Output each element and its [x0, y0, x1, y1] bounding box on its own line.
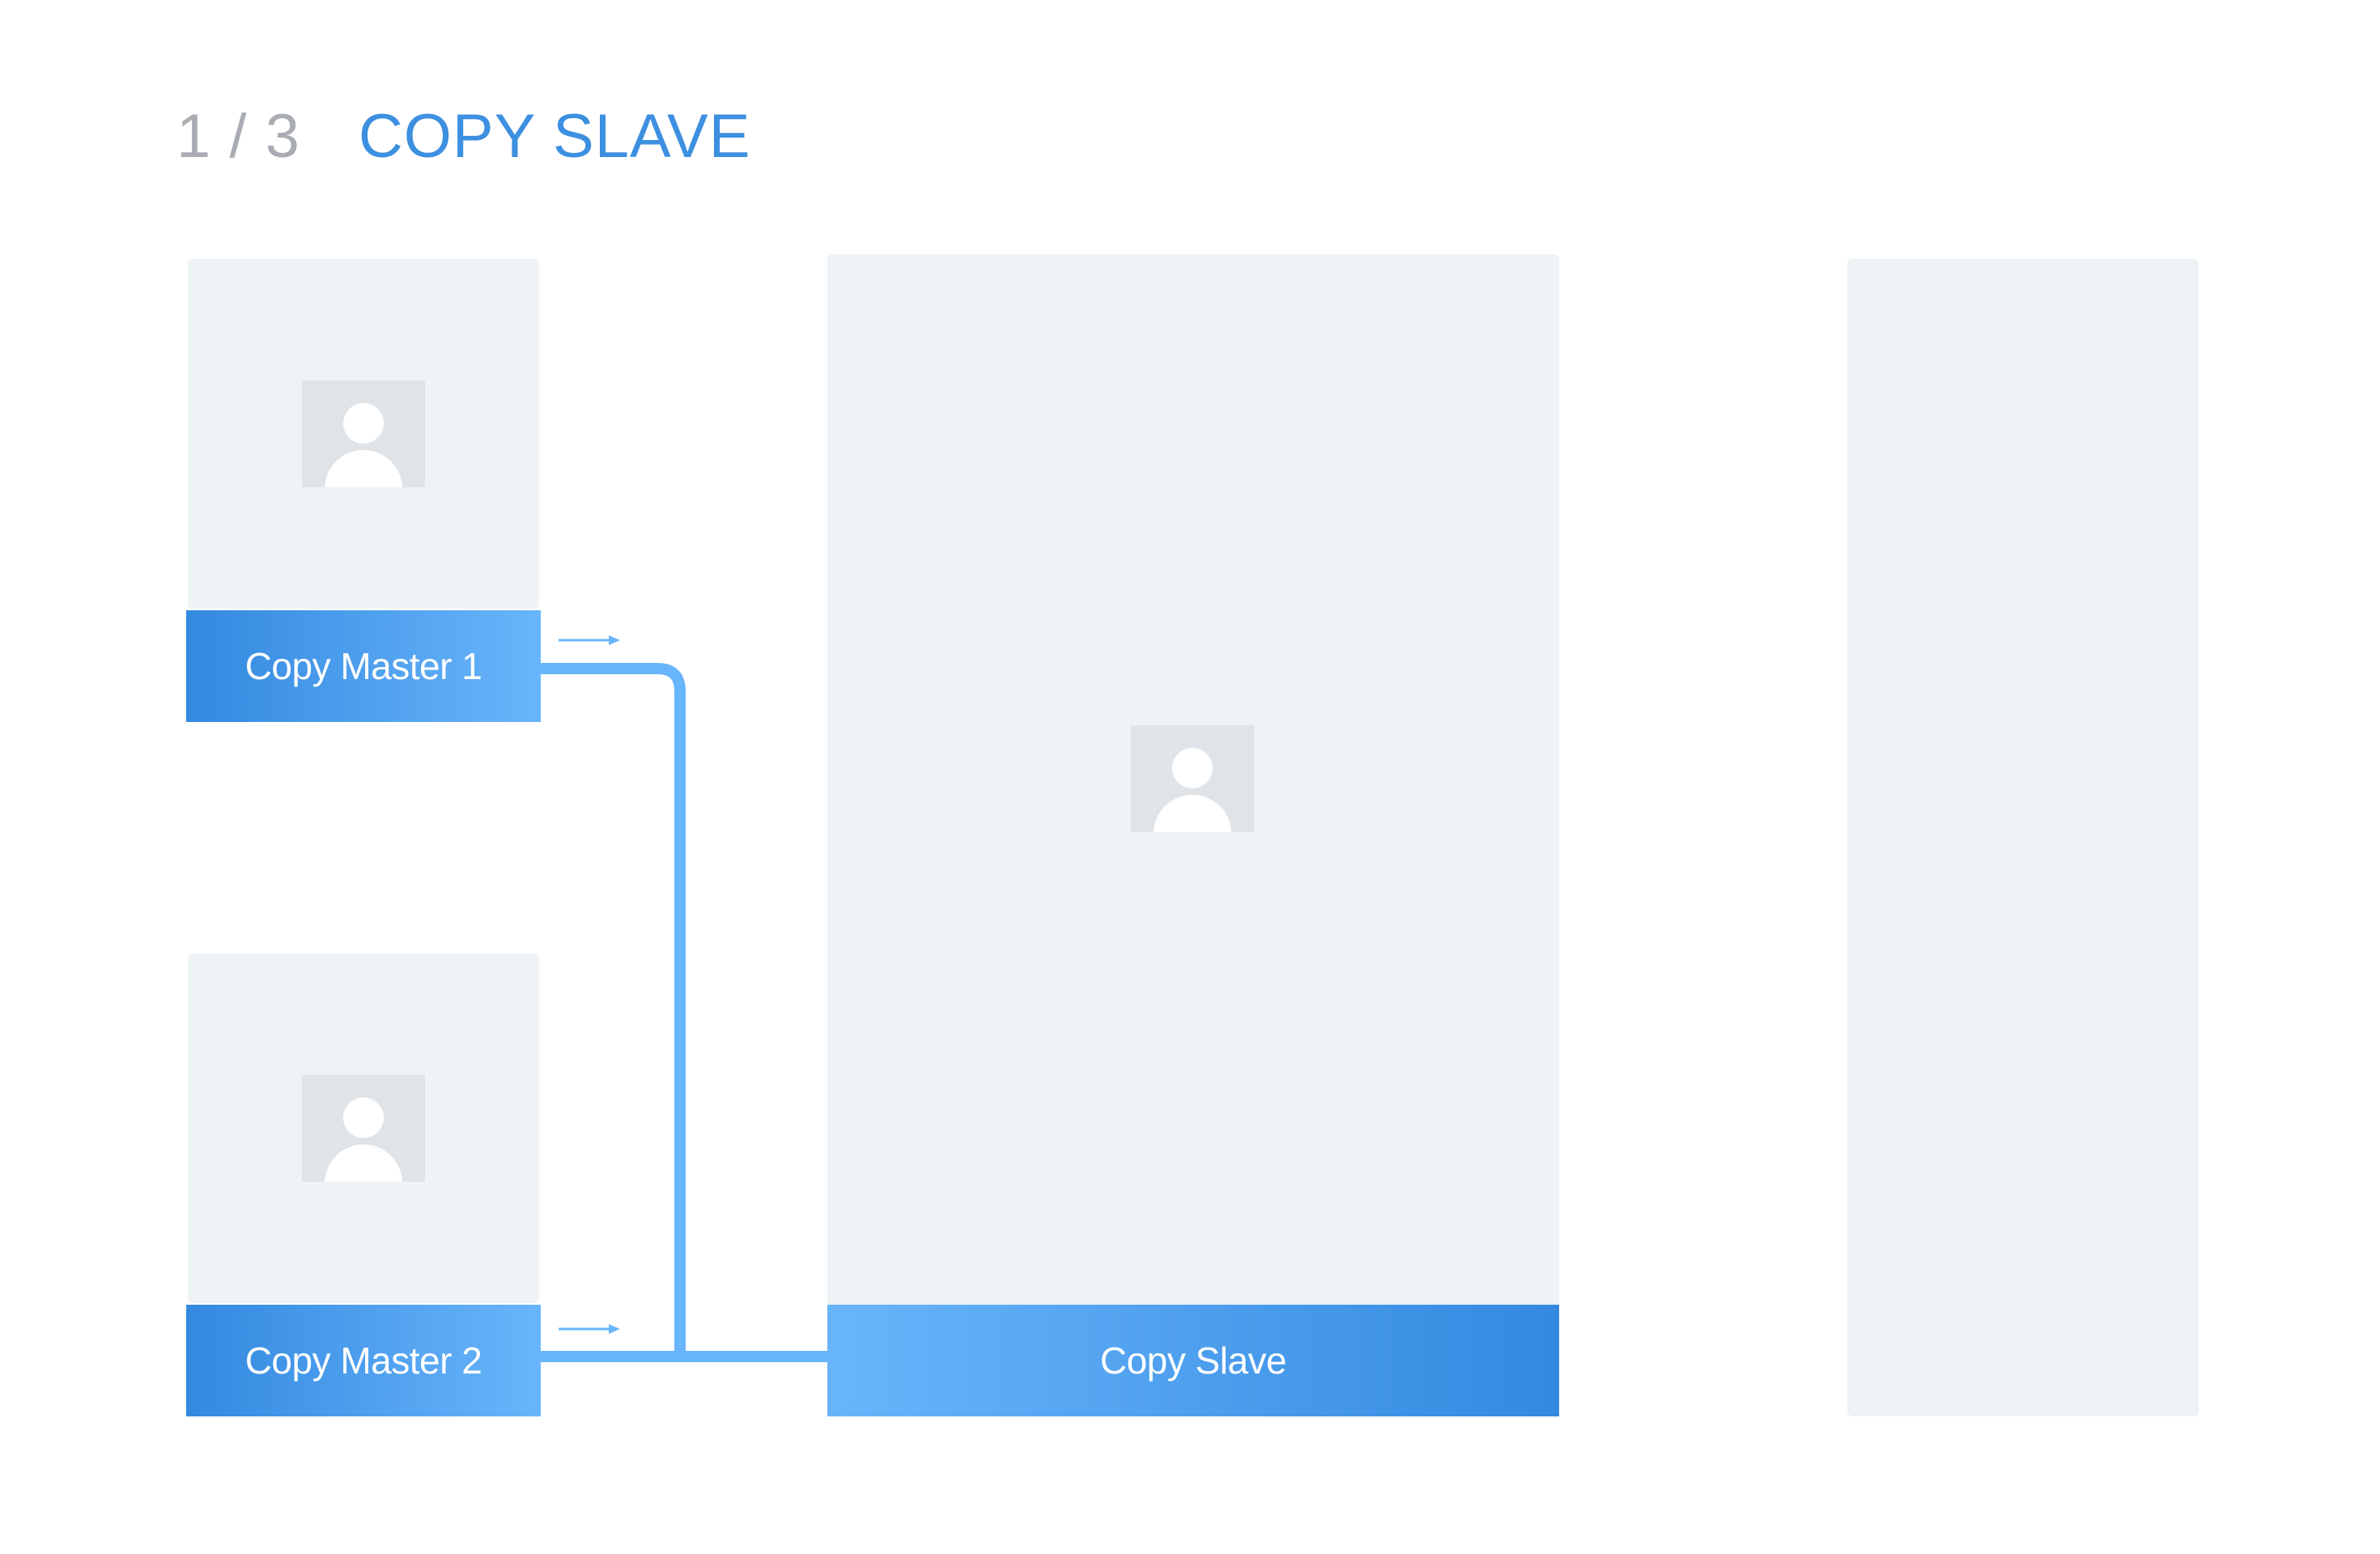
copy-master-2-text: Copy Master 2 — [244, 1340, 482, 1382]
avatar-body — [1154, 795, 1231, 832]
copy-slave-label: Copy Slave — [827, 1305, 1559, 1416]
page-title: COPY SLAVE — [358, 101, 751, 171]
copy-master-1-text: Copy Master 1 — [244, 645, 482, 687]
copy-master-2-label: Copy Master 2 — [186, 1305, 541, 1416]
copy-slave-text: Copy Slave — [1099, 1340, 1287, 1382]
avatar-body — [325, 450, 402, 487]
step-counter: 1 / 3 — [176, 101, 300, 171]
arrow-right-icon — [559, 635, 620, 645]
connector-master-1 — [539, 663, 686, 1357]
avatar-body — [325, 1144, 402, 1182]
page-header: 1 / 3 COPY SLAVE — [176, 96, 750, 176]
user-placeholder-icon — [1131, 725, 1254, 832]
avatar-head — [343, 1098, 384, 1138]
copy-master-1-label: Copy Master 1 — [186, 610, 541, 722]
diagram-canvas: 1 / 3 COPY SLAVE Copy Master 1 Copy Mast… — [0, 0, 2380, 1554]
empty-side-panel — [1847, 259, 2199, 1416]
avatar-head — [1172, 748, 1213, 788]
avatar-head — [343, 403, 384, 444]
user-placeholder-icon — [302, 380, 425, 487]
arrow-right-icon — [559, 1324, 620, 1334]
user-placeholder-icon — [302, 1075, 425, 1182]
